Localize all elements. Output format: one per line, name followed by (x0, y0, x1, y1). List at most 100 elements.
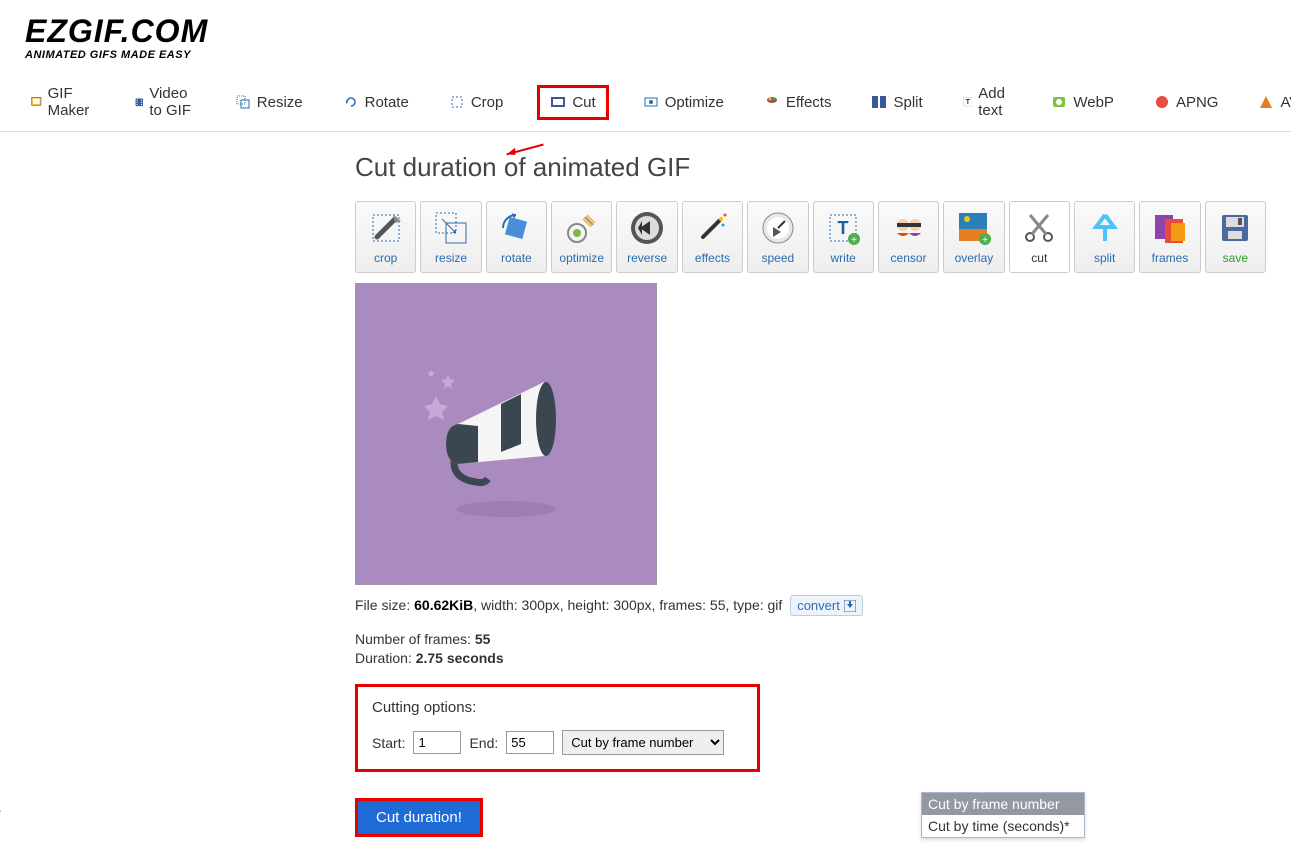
nav-avif[interactable]: AVIF (1252, 90, 1291, 115)
tool-label: optimize (559, 251, 604, 265)
nav-label: GIF Maker (48, 85, 95, 119)
nav-crop[interactable]: Crop (443, 90, 510, 115)
nav-label: APNG (1176, 94, 1219, 111)
cut-duration-button[interactable]: Cut duration! (355, 798, 483, 837)
file-frames-label: , frames: (652, 597, 710, 613)
tool-label: effects (695, 251, 730, 265)
tool-write[interactable]: T+write (813, 201, 874, 273)
nav-label: Resize (257, 94, 303, 111)
cut-icon (550, 94, 566, 110)
nav-label: Video to GIF (149, 85, 194, 119)
tool-resize[interactable]: resize (420, 201, 481, 273)
start-label: Start: (372, 735, 405, 751)
nav-label: Cut (572, 94, 595, 111)
nav-label: Crop (471, 94, 504, 111)
optimize-icon (643, 94, 659, 110)
apng-icon (1154, 94, 1170, 110)
tool-split[interactable]: split (1074, 201, 1135, 273)
nav-label: AVIF (1280, 94, 1291, 111)
svg-text:T: T (965, 98, 970, 107)
duration-info: Duration: 2.75 seconds (355, 650, 1266, 666)
duration-info-value: 2.75 seconds (416, 650, 504, 666)
nav-add-text[interactable]: T Add text (957, 81, 1018, 123)
tool-label: speed (761, 251, 794, 265)
tool-censor[interactable]: censor (878, 201, 939, 273)
nav-gif-maker[interactable]: GIF Maker (25, 81, 101, 123)
nav-optimize[interactable]: Optimize (637, 90, 730, 115)
nav-webp[interactable]: WebP (1045, 90, 1120, 115)
svg-text:T: T (838, 218, 849, 238)
frames-tool-icon (1151, 209, 1189, 247)
end-input[interactable] (506, 731, 554, 754)
file-type-label: , type: (725, 597, 767, 613)
svg-text:+: + (982, 235, 988, 246)
cut-method-dropdown: Cut by frame number Cut by time (seconds… (921, 792, 1085, 838)
save-tool-icon (1216, 209, 1254, 247)
tool-label: frames (1152, 251, 1189, 265)
duration-info-label: Duration: (355, 650, 416, 666)
tool-label: censor (891, 251, 927, 265)
tool-label: cut (1031, 251, 1047, 265)
rotate-tool-icon (497, 209, 535, 247)
main-content: Cut duration of animated GIF crop resize… (0, 132, 1291, 867)
tool-label: rotate (501, 251, 532, 265)
nav-resize[interactable]: Resize (229, 90, 309, 115)
cut-method-select[interactable]: Cut by frame number (562, 730, 724, 755)
tool-label: save (1223, 251, 1248, 265)
main-nav: GIF Maker Video to GIF Resize Rotate Cro… (0, 71, 1291, 132)
cutting-row: Start: End: Cut by frame number (372, 730, 743, 755)
film-icon (31, 94, 42, 110)
reverse-tool-icon (628, 209, 666, 247)
nav-effects[interactable]: Effects (758, 90, 838, 115)
split-icon (871, 94, 887, 110)
dropdown-option-frame[interactable]: Cut by frame number (922, 793, 1084, 815)
file-size-label: File size: (355, 597, 414, 613)
tool-optimize[interactable]: optimize (551, 201, 612, 273)
file-frames-value: 55 (710, 597, 726, 613)
convert-label: convert (797, 598, 840, 613)
cutting-title: Cutting options: (372, 699, 743, 716)
nav-label: WebP (1073, 94, 1114, 111)
tool-rotate[interactable]: rotate (486, 201, 547, 273)
tool-frames[interactable]: frames (1139, 201, 1200, 273)
tool-crop[interactable]: crop (355, 201, 416, 273)
tool-reverse[interactable]: reverse (616, 201, 677, 273)
annotation-arrow-icon (0, 742, 20, 822)
file-height-value: 300px (613, 597, 651, 613)
text-icon: T (963, 94, 973, 110)
file-width-value: 300px (522, 597, 560, 613)
dropdown-option-time[interactable]: Cut by time (seconds)* (922, 815, 1084, 837)
nav-label: Add text (978, 85, 1011, 119)
file-size-value: 60.62KiB (414, 597, 473, 613)
nav-label: Effects (786, 94, 832, 111)
cut-tool-icon (1020, 209, 1058, 247)
nav-split[interactable]: Split (865, 90, 928, 115)
nav-apng[interactable]: APNG (1148, 90, 1225, 115)
nav-cut[interactable]: Cut (537, 85, 608, 120)
page-title: Cut duration of animated GIF (355, 152, 1266, 183)
convert-button[interactable]: convert (790, 595, 863, 616)
site-logo[interactable]: EZGIF.COM (25, 15, 1266, 47)
cutting-options-box: Cutting options: Start: End: Cut by fram… (355, 684, 760, 772)
file-type-value: gif (768, 597, 783, 613)
speed-tool-icon (759, 209, 797, 247)
tool-save[interactable]: save (1205, 201, 1266, 273)
file-height-label: , height: (560, 597, 614, 613)
tool-label: split (1094, 251, 1115, 265)
tool-toolbar: crop resize rotate optimize reverse effe… (355, 201, 1266, 273)
overlay-tool-icon: + (955, 209, 993, 247)
frames-info-label: Number of frames: (355, 631, 475, 647)
crop-icon (449, 94, 465, 110)
file-info: File size: 60.62KiB, width: 300px, heigh… (355, 595, 1266, 616)
tool-speed[interactable]: speed (747, 201, 808, 273)
tool-label: overlay (955, 251, 994, 265)
tool-label: resize (435, 251, 467, 265)
tool-effects[interactable]: effects (682, 201, 743, 273)
tool-cut[interactable]: cut (1009, 201, 1070, 273)
start-input[interactable] (413, 731, 461, 754)
tool-label: reverse (627, 251, 667, 265)
nav-rotate[interactable]: Rotate (337, 90, 415, 115)
rotate-icon (343, 94, 359, 110)
tool-overlay[interactable]: + overlay (943, 201, 1004, 273)
nav-video-to-gif[interactable]: Video to GIF (129, 81, 201, 123)
